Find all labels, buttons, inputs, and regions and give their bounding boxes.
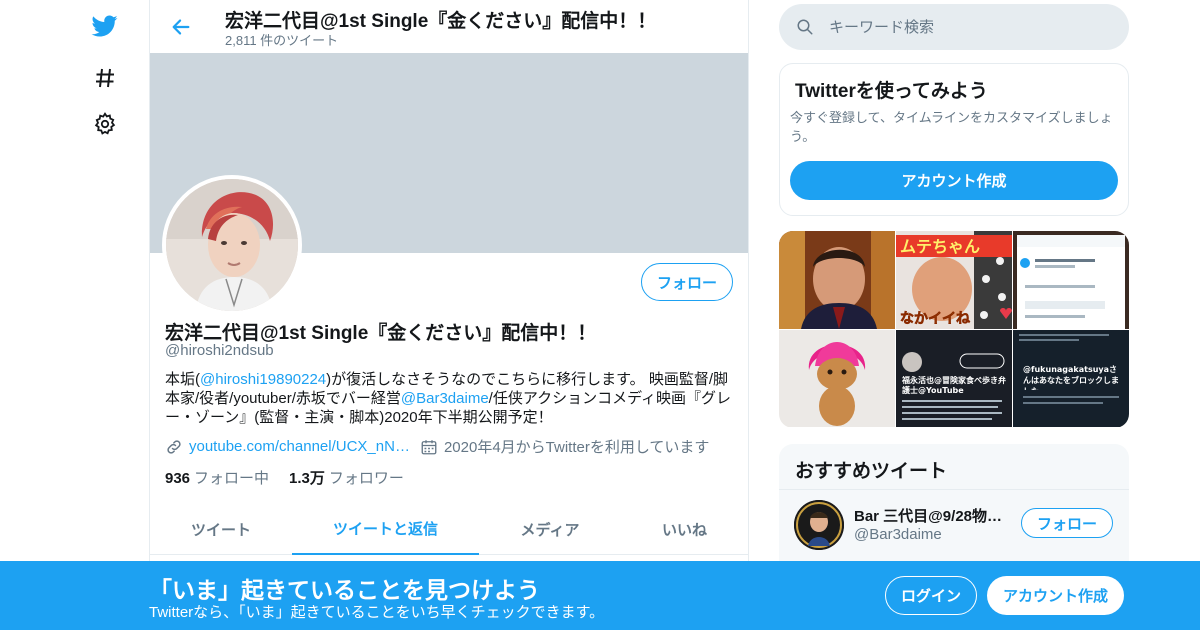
link-icon [165, 438, 183, 456]
bio-text: 本垢( [165, 371, 200, 388]
joined-date: 2020年4月からTwitterを利用しています [443, 439, 710, 456]
recommended-user[interactable]: Bar 三代目@9/28物… @Bar3daime フォロー [779, 490, 1129, 560]
bio-mention-link[interactable]: @hiroshi19890224 [200, 371, 326, 388]
profile-bio: 本垢(@hiroshi19890224)が復活しなさそうなのでこちらに移行します… [165, 370, 735, 427]
profile-avatar[interactable] [162, 175, 302, 315]
media-grid: ムテちゃん なかイイね 福永活也@冒険家食べ歩き弁護士@YouTube @fuk… [779, 231, 1129, 428]
gear-icon[interactable] [89, 108, 121, 140]
followers-stat[interactable]: 1.3万 フォロワー [289, 467, 404, 488]
header-tweet-count: 2,811 件のツイート [225, 33, 339, 48]
tab-tweets[interactable]: ツイート [150, 503, 292, 555]
hashtag-icon[interactable] [89, 62, 121, 94]
media-thumb-blocked-notice[interactable]: @fukunagakatsuyaさんはあなたをブロックしました [1013, 330, 1129, 427]
tab-likes[interactable]: いいね [621, 503, 748, 555]
bottom-bar-subtitle: Twitterなら、「いま」起きていることをいち早くチェックできます。 [149, 604, 605, 621]
following-count: 936 [165, 470, 191, 487]
signup-card: Twitterを使ってみよう 今すぐ登録して、タイムラインをカスタマイズしましょ… [779, 63, 1129, 216]
media-thumb-mute-chan[interactable]: ムテちゃん なかイイね [896, 231, 1012, 329]
calendar-icon [420, 438, 438, 456]
media-caption: @fukunagakatsuyaさんはあなたをブロックしました [1023, 365, 1119, 390]
profile-tabs: ツイート ツイートと返信 メディア いいね [150, 503, 748, 555]
search-box[interactable] [779, 4, 1129, 50]
login-button[interactable]: ログイン [885, 576, 977, 615]
bottom-bar-title: 「いま」起きていることを見つけよう [149, 577, 540, 603]
profile-stats: 936 フォロー中 1.3万 フォロワー [165, 467, 424, 488]
back-arrow-icon[interactable] [168, 14, 194, 40]
signup-card-title: Twitterを使ってみよう [795, 81, 988, 102]
left-rail [0, 0, 150, 630]
bio-mention-link[interactable]: @Bar3daime [401, 390, 489, 407]
reco-follow-button[interactable]: フォロー [1021, 508, 1113, 538]
following-stat[interactable]: 936 フォロー中 [165, 467, 269, 488]
twitter-logo-icon[interactable] [89, 10, 121, 42]
followers-label: フォロワー [328, 470, 404, 487]
bottom-signup-bar: 「いま」起きていることを見つけよう Twitterなら、「いま」起きていることを… [0, 561, 1200, 630]
reco-user-name: Bar 三代目@9/28物… [854, 508, 1003, 525]
signup-card-desc: 今すぐ登録して、タイムラインをカスタマイズしましょう。 [790, 110, 1113, 144]
tab-media[interactable]: メディア [479, 503, 621, 555]
website-link[interactable]: youtube.com/channel/UCX_nN… [189, 438, 410, 455]
header-title: 宏洋二代目@1st Single『金ください』配信中！！ [225, 11, 657, 32]
reco-avatar[interactable] [794, 500, 844, 550]
profile-handle: @hiroshi2ndsub [165, 342, 274, 359]
media-caption: 福永活也@冒険家食べ歩き弁護士@YouTube [902, 376, 1006, 395]
media-thumb-screenshot-dialog[interactable] [1013, 231, 1129, 329]
profile-name: 宏洋二代目@1st Single『金ください』配信中！！ [165, 323, 597, 344]
recommended-title: おすすめツイート [795, 461, 948, 482]
create-account-button[interactable]: アカウント作成 [790, 161, 1118, 200]
search-icon [795, 17, 815, 37]
media-caption: ムテちゃん [900, 237, 980, 256]
media-caption-2: なかイイね [900, 311, 970, 327]
search-input[interactable] [829, 18, 1109, 36]
follow-button[interactable]: フォロー [641, 263, 733, 301]
reco-user-handle: @Bar3daime [854, 526, 942, 543]
following-label: フォロー中 [194, 470, 270, 487]
media-thumb-youtube-lawyer[interactable]: 福永活也@冒険家食べ歩き弁護士@YouTube [896, 330, 1012, 427]
tab-tweets-and-replies[interactable]: ツイートと返信 [292, 503, 479, 555]
media-thumb-older-man[interactable] [779, 231, 895, 329]
profile-header-bar: 宏洋二代目@1st Single『金ください』配信中！！ 2,811 件のツイー… [150, 0, 748, 53]
followers-count: 1.3万 [289, 470, 325, 487]
profile-meta: youtube.com/channel/UCX_nN… 2020年4月からTwi… [165, 436, 709, 457]
profile-column: 宏洋二代目@1st Single『金ください』配信中！！ 2,811 件のツイー… [149, 0, 749, 630]
media-thumb-troll-doll[interactable] [779, 330, 895, 427]
bottom-create-account-button[interactable]: アカウント作成 [987, 576, 1124, 615]
right-sidebar: Twitterを使ってみよう 今すぐ登録して、タイムラインをカスタマイズしましょ… [779, 0, 1129, 630]
